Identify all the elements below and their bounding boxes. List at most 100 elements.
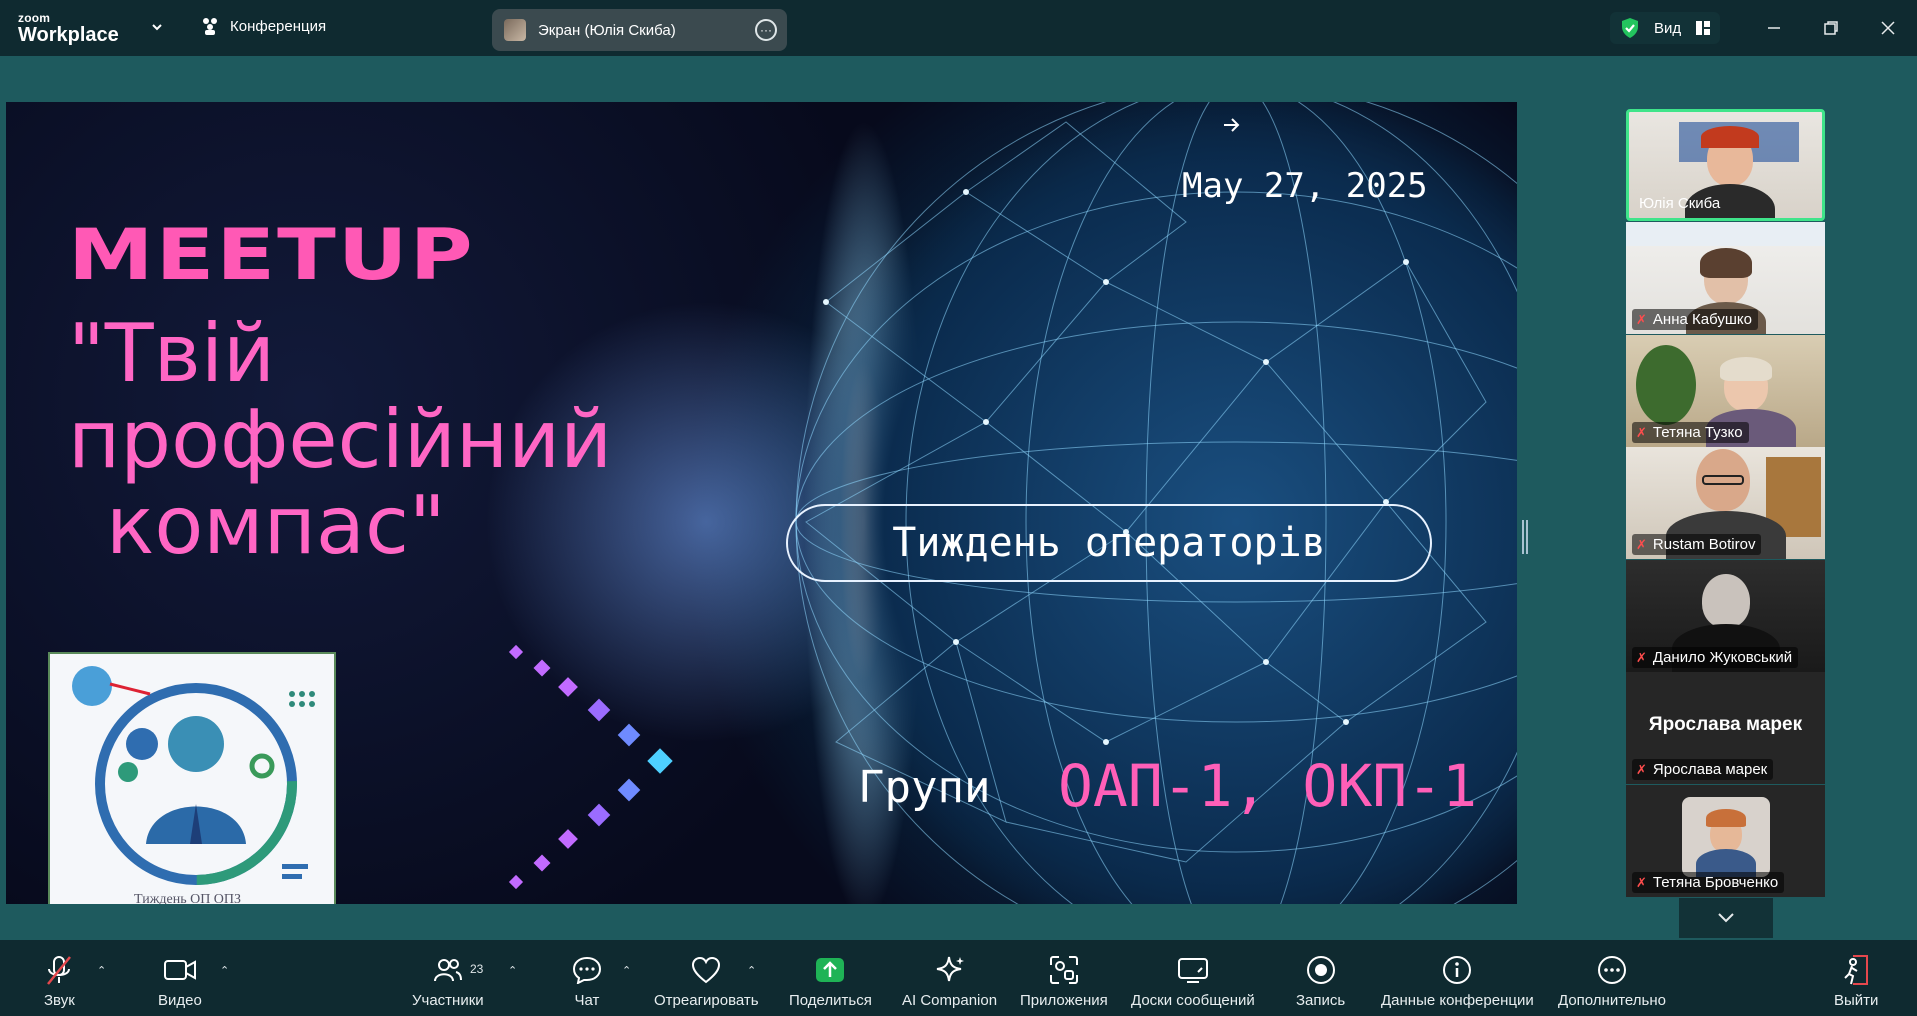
brand-top: zoom [18,11,51,25]
slide-title-line-3: компас" [106,479,446,572]
plant-image [1636,345,1696,425]
share-screen-button[interactable]: Поделиться [789,954,872,1009]
zoom-logo: zoom Workplace [18,12,119,45]
chevron-down-icon[interactable] [150,20,164,34]
whiteboard-icon [1177,954,1209,986]
record-button[interactable]: Запись [1296,954,1345,1009]
info-icon [1442,954,1472,986]
whiteboards-button[interactable]: Доски сообщений [1131,954,1255,1009]
more-button[interactable]: Дополнительно [1558,954,1666,1009]
share-screen-icon [815,954,845,986]
more-options-icon[interactable]: ··· [755,19,777,41]
leave-button[interactable]: Выйти [1834,954,1878,1009]
conference-tab[interactable]: Конференция [200,16,326,36]
apps-icon [1049,954,1079,986]
scroll-down-button[interactable] [1679,898,1773,938]
panel-resize-handle[interactable] [1522,520,1528,554]
participants-label: Участники [412,992,484,1009]
participant-name: Rustam Botirov [1652,536,1756,553]
participant-face [1702,574,1750,628]
participant-tile-tetiana-t[interactable]: ✗ Тетяна Тузко [1626,335,1825,447]
mic-muted-icon: ✗ [1636,536,1647,552]
slide-title-line-2: професійний [68,393,613,486]
apps-button[interactable]: Приложения [1020,954,1108,1009]
mic-muted-icon: ✗ [1636,311,1647,327]
minimize-icon[interactable] [1760,14,1788,42]
participants-icon [433,954,462,986]
banner-image [1626,222,1825,246]
shield-check-icon [1622,18,1638,38]
participant-tile-yaroslava[interactable]: Ярослава марек ✗ Ярослава марек [1626,672,1825,784]
slide-date: May 27, 2025 [1182,166,1428,206]
restore-icon[interactable] [1817,14,1845,42]
participant-tile-anna[interactable]: ✗ Анна Кабушко [1626,222,1825,334]
meeting-info-label: Данные конференции [1381,992,1534,1009]
conference-tab-label: Конференция [230,17,327,35]
slide-operators-text: Тиждень операторів [892,520,1326,566]
more-label: Дополнительно [1558,992,1666,1009]
chat-label: Чат [574,992,600,1009]
ai-companion-button[interactable]: AI Companion [902,954,997,1009]
audio-options-caret[interactable]: ⌃ [97,964,106,977]
react-button[interactable]: Отреагировать [654,954,759,1009]
slide-operators-pill: Тиждень операторів [786,504,1432,582]
react-label: Отреагировать [654,992,759,1009]
ai-companion-label: AI Companion [902,992,998,1009]
video-button[interactable]: Видео [158,954,202,1009]
participant-name: Тетяна Тузко [1652,424,1743,441]
chevron-down-icon [1718,913,1734,923]
leave-label: Выйти [1834,992,1879,1009]
audio-button[interactable]: Звук [44,954,75,1009]
chat-options-caret[interactable]: ⌃ [622,964,631,977]
more-icon [1597,954,1627,986]
participant-tile-danylo[interactable]: ✗ Данило Жуковський [1626,560,1825,672]
mic-muted-icon [44,954,74,986]
apps-label: Приложения [1020,992,1108,1009]
react-options-caret[interactable]: ⌃ [747,964,756,977]
whiteboards-label: Доски сообщений [1131,992,1255,1009]
view-button[interactable]: Вид [1610,12,1720,44]
participants-options-caret[interactable]: ⌃ [508,964,517,977]
participant-tile-tetiana-b[interactable]: ✗ Тетяна Бровченко [1626,785,1825,897]
leave-icon [1841,954,1871,986]
participant-hair [1700,248,1752,278]
mic-muted-icon: ✗ [1636,424,1647,440]
participant-name: Ярослава марек [1652,761,1768,778]
share-label: Поделиться [789,992,872,1009]
close-icon[interactable] [1874,14,1902,42]
screen-share-label: Экран (Юлія Скиба) [538,21,676,39]
participant-name: Анна Кабушко [1652,311,1752,328]
brand-name: Workplace [18,24,119,46]
sharer-avatar [504,19,526,41]
glasses-icon [1702,475,1744,485]
record-icon [1306,954,1336,986]
logo-caption: Тиждень ОП ОПЗ [134,892,242,904]
title-bar: zoom Workplace Конференция Экран (Юлія С… [0,0,1917,56]
participants-count: 23 [470,962,484,976]
participant-tile-yulia[interactable]: Юлія Скиба [1626,109,1825,221]
screen-share-indicator[interactable]: Экран (Юлія Скиба) ··· [492,9,787,51]
mic-muted-icon: ✗ [1636,874,1647,890]
participant-tile-rustam[interactable]: ✗ Rustam Botirov [1626,447,1825,559]
chat-icon [572,954,602,986]
shared-screen: MEETUP "Твій професійний компас" May 27,… [6,102,1517,904]
slide-groups-label: Групи [858,762,991,813]
grid-view-icon [1696,21,1711,35]
participants-icon [203,18,217,35]
video-camera-icon [163,954,196,986]
meeting-toolbar: Звук ⌃ Видео ⌃ Участники 23 ⌃ Чат ⌃ Отре… [0,940,1917,1016]
record-label: Запись [1296,992,1346,1009]
meeting-info-button[interactable]: Данные конференции [1381,954,1534,1009]
participant-avatar [1682,797,1770,877]
chat-button[interactable]: Чат [572,954,602,1009]
participant-name: Тетяна Бровченко [1652,874,1779,891]
view-label: Вид [1654,19,1682,37]
compass-logo-image: Тиждень ОП ОПЗ [48,652,336,904]
mic-muted-icon: ✗ [1636,649,1647,665]
mic-muted-icon: ✗ [1636,761,1647,777]
audio-label: Звук [44,992,75,1009]
slide-title-line-1: "Твій [68,307,276,400]
video-options-caret[interactable]: ⌃ [220,964,229,977]
slide-groups-value: ОАП-1, ОКП-1 [1058,752,1478,820]
slide-heading: MEETUP [68,214,475,296]
